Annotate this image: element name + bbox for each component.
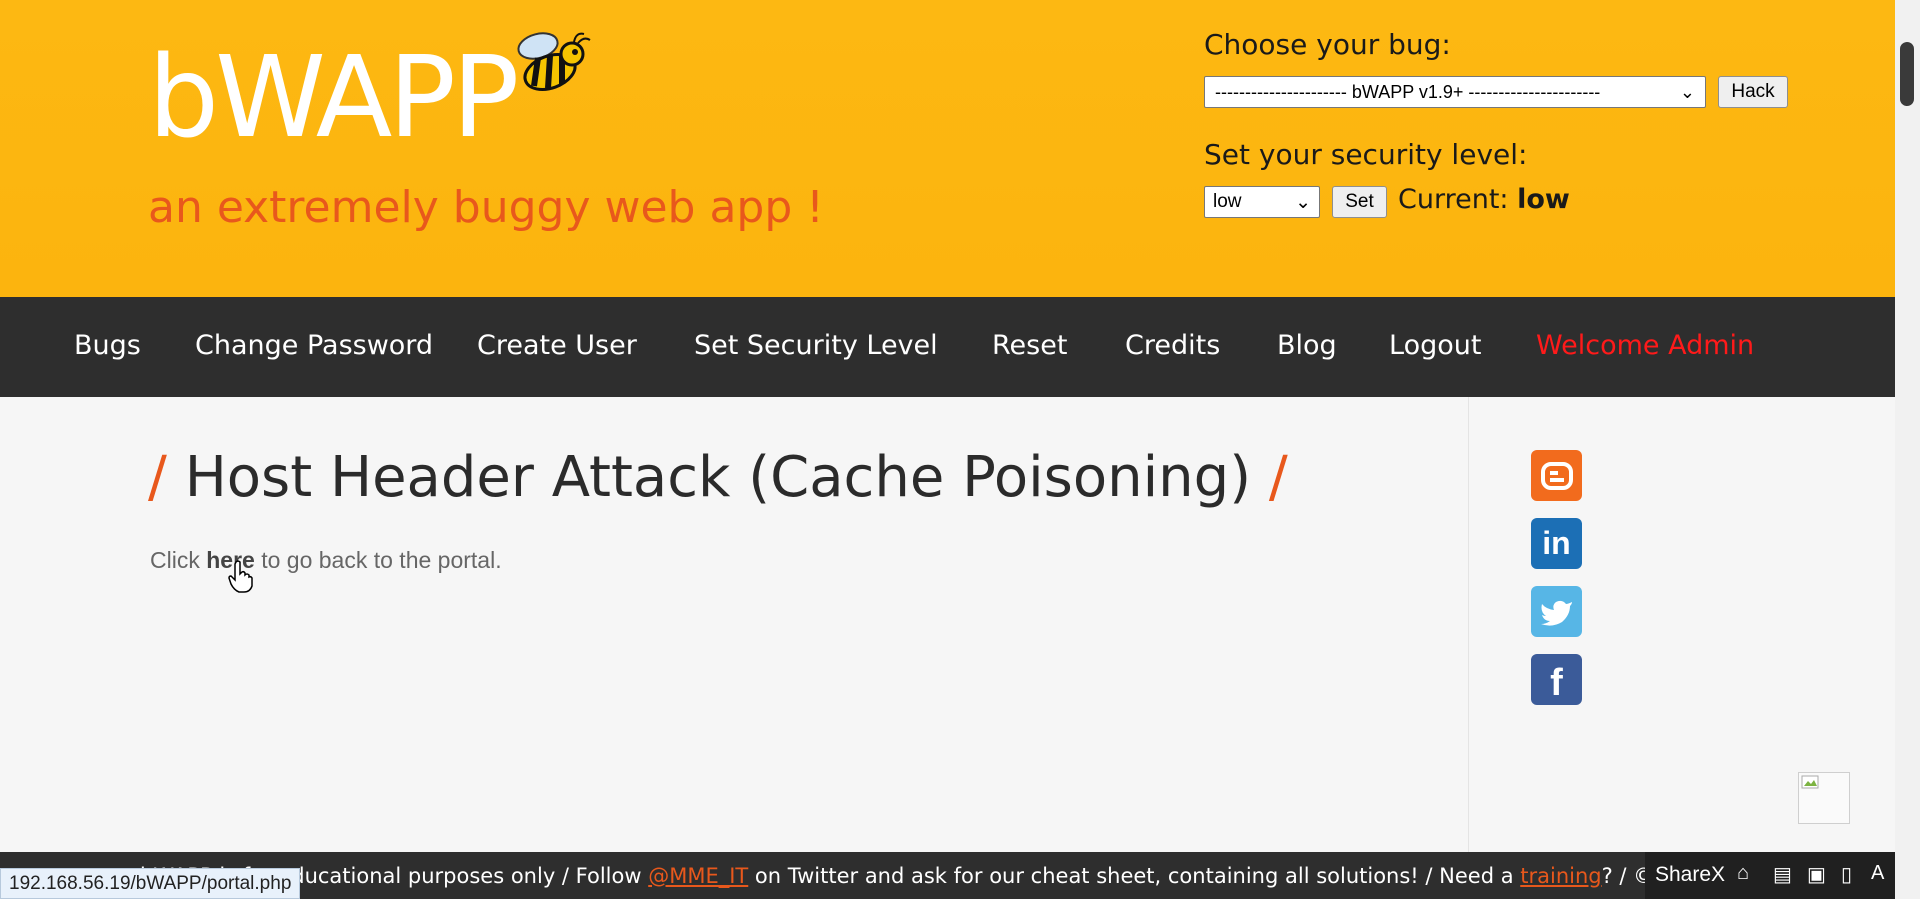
page-title-text: Host Header Attack (Cache Poisoning) bbox=[184, 445, 1252, 510]
scrollbar-thumb[interactable] bbox=[1900, 42, 1914, 106]
menu-item-credits[interactable]: Credits bbox=[1125, 330, 1220, 361]
menu-item-logout[interactable]: Logout bbox=[1389, 330, 1481, 361]
sharex-label[interactable]: ShareX bbox=[1655, 863, 1725, 887]
font-icon[interactable]: A bbox=[1871, 862, 1884, 885]
hand-cursor-icon bbox=[228, 560, 253, 593]
screen-icon[interactable]: ▣ bbox=[1807, 862, 1826, 887]
twitter-handle-link[interactable]: @MME_IT bbox=[648, 864, 748, 888]
system-tray: ShareX ⌂ ▤ ▣ ▯ A bbox=[1645, 852, 1895, 899]
menu-item-create-user[interactable]: Create User bbox=[477, 330, 637, 361]
footer-text-2: on Twitter and ask for our cheat sheet, … bbox=[748, 864, 1521, 888]
title-slash-icon: / bbox=[148, 445, 167, 510]
menu-item-blog[interactable]: Blog bbox=[1277, 330, 1337, 361]
portal-text-after: to go back to the portal. bbox=[254, 547, 502, 573]
security-level-select[interactable]: low ⌄ bbox=[1204, 186, 1320, 218]
facebook-icon[interactable]: f bbox=[1531, 654, 1582, 705]
logo[interactable]: bWAPP bbox=[148, 42, 519, 154]
tagline: an extremely buggy web app ! bbox=[148, 182, 824, 233]
bug-select[interactable]: ---------------------- bWAPP v1.9+ -----… bbox=[1204, 76, 1706, 108]
linkedin-icon[interactable]: in bbox=[1531, 518, 1582, 569]
menu-item-set-security-level[interactable]: Set Security Level bbox=[694, 330, 938, 361]
training-link[interactable]: training bbox=[1520, 864, 1601, 888]
chevron-down-icon: ⌄ bbox=[1295, 191, 1311, 213]
home-icon[interactable]: ⌂ bbox=[1737, 862, 1749, 885]
chevron-down-icon: ⌄ bbox=[1679, 81, 1695, 102]
document-icon[interactable]: ▯ bbox=[1841, 862, 1852, 887]
portal-text-before: Click bbox=[150, 547, 207, 573]
menu-item-welcome-admin: Welcome Admin bbox=[1536, 330, 1755, 361]
hack-button[interactable]: Hack bbox=[1718, 76, 1788, 108]
folder-icon[interactable]: ▤ bbox=[1773, 862, 1792, 887]
menu-item-reset[interactable]: Reset bbox=[992, 330, 1067, 361]
blogger-icon[interactable] bbox=[1531, 450, 1582, 501]
portal-text: Click here to go back to the portal. bbox=[150, 547, 502, 574]
menu-item-change-password[interactable]: Change Password bbox=[195, 330, 433, 361]
current-value: low bbox=[1517, 184, 1570, 215]
status-bar-url: 192.168.56.19/bWAPP/portal.php bbox=[0, 868, 301, 899]
footer-text-3: ? / © 2014 MME BVBA / All rights reserve… bbox=[1601, 864, 1645, 888]
broken-image-icon bbox=[1798, 772, 1850, 824]
security-select-value: low bbox=[1213, 191, 1242, 212]
set-button[interactable]: Set bbox=[1332, 186, 1387, 218]
choose-bug-label: Choose your bug: bbox=[1204, 28, 1451, 61]
menu-item-bugs[interactable]: Bugs bbox=[74, 330, 141, 361]
title-slash-icon: / bbox=[1268, 445, 1288, 510]
current-security-level: Current: low bbox=[1398, 184, 1570, 215]
current-label: Current: bbox=[1398, 184, 1509, 215]
bee-logo-icon bbox=[517, 32, 591, 91]
vertical-scrollbar[interactable] bbox=[1895, 0, 1920, 899]
twitter-icon[interactable] bbox=[1531, 586, 1582, 637]
security-level-label: Set your security level: bbox=[1204, 138, 1528, 171]
page-title: / Host Header Attack (Cache Poisoning) / bbox=[148, 445, 1288, 510]
bug-select-value: ---------------------- bWAPP v1.9+ -----… bbox=[1215, 81, 1601, 102]
sidebar-divider bbox=[1468, 397, 1469, 852]
